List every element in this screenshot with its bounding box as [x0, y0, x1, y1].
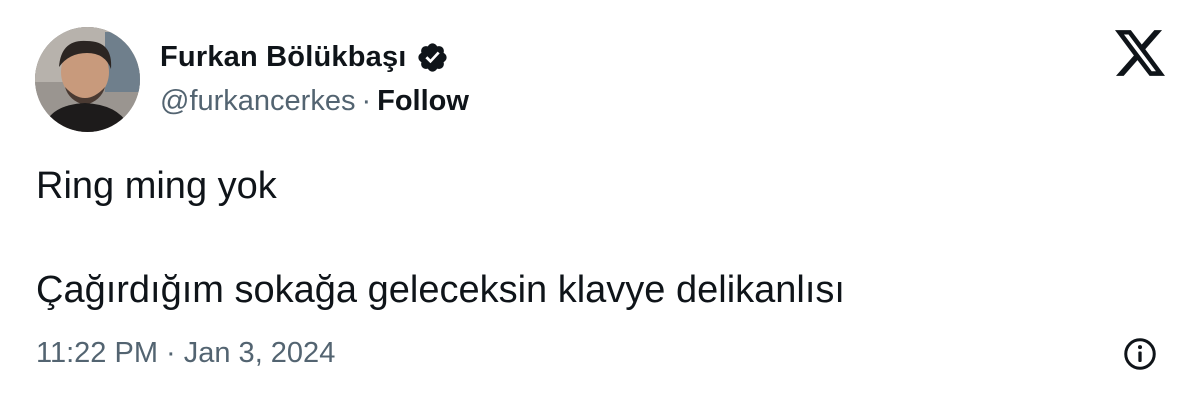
handle-separator: · — [361, 84, 372, 117]
tweet-paragraph: Çağırdığım sokağa geleceksin klavye deli… — [36, 269, 845, 311]
author-name-row: Furkan Bölükbaşı — [160, 37, 449, 77]
tweet-text: Ring ming yok Çağırdığım sokağa geleceks… — [36, 160, 1136, 316]
verified-badge-icon — [417, 42, 447, 72]
tweet-card: Furkan Bölükbaşı @furkancerkes · Follow … — [0, 0, 1200, 414]
author-handle-row: @furkancerkes · Follow — [160, 82, 469, 120]
x-logo-icon[interactable] — [1115, 30, 1165, 76]
avatar-photo — [35, 27, 140, 132]
tweet-timestamp[interactable]: 11:22 PM · Jan 3, 2024 — [36, 334, 335, 372]
author-handle[interactable]: @furkancerkes — [160, 85, 355, 118]
info-icon[interactable] — [1122, 336, 1158, 372]
author-display-name[interactable]: Furkan Bölükbaşı — [160, 41, 407, 74]
avatar[interactable] — [35, 27, 140, 132]
tweet-paragraph: Ring ming yok — [36, 165, 277, 207]
follow-button[interactable]: Follow — [377, 85, 469, 118]
